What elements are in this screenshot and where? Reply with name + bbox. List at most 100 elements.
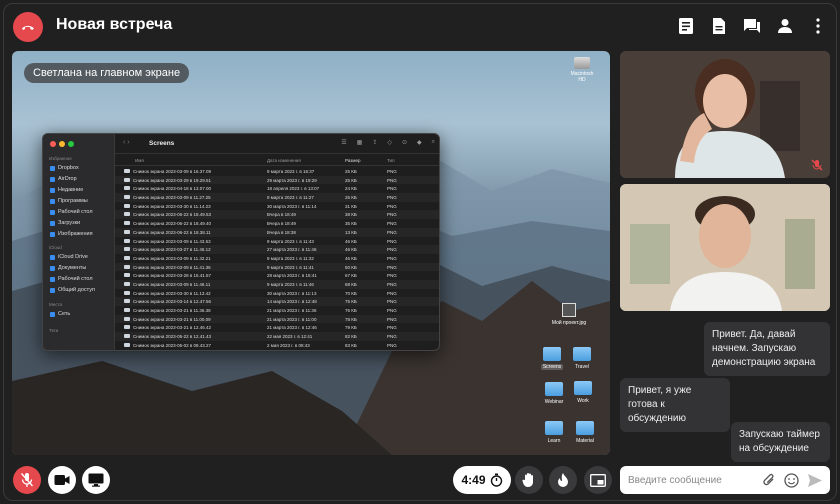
sidebar-item[interactable]: AirDrop (50, 176, 77, 182)
sidebar-item[interactable]: iCloud Drive (50, 254, 88, 260)
microphone-toggle-button[interactable] (13, 466, 41, 494)
file-row[interactable]: Снимок экрана 2023-03-09 в 11.43.53 9 мар… (115, 237, 439, 246)
document-icon (713, 18, 725, 34)
file-row[interactable]: Снимок экрана 2023-03-09 в 11.46.11 9 мар… (115, 279, 439, 289)
apps-icon (50, 198, 55, 204)
image-file-icon (124, 325, 130, 330)
file-row[interactable]: Снимок экрана 2023-03-09 в 11.27.25 9 мар… (115, 193, 439, 202)
sidebar-item[interactable]: Недавние (50, 187, 83, 193)
participant-video-tile[interactable] (620, 184, 830, 311)
more-button[interactable] (808, 16, 828, 36)
header-actions (676, 16, 828, 36)
image-file-icon (124, 299, 130, 304)
document-icon (50, 265, 55, 271)
participants-button[interactable] (775, 16, 795, 36)
file-kind: PNG (387, 264, 397, 270)
file-name: Снимок экрана 2023-06-22 в 18.49.40 (133, 221, 211, 227)
emoji-icon[interactable] (784, 472, 799, 488)
search-icon[interactable]: ⌕ (432, 139, 435, 146)
participant-video-tile[interactable] (620, 51, 830, 178)
chat-button[interactable] (742, 16, 762, 36)
file-row[interactable]: Снимок экрана 2023-03-14 в 12.47.56 14 ма… (115, 297, 439, 306)
reaction-button[interactable] (549, 466, 577, 494)
tag-icon[interactable]: ◇ (387, 139, 392, 146)
desktop-folder[interactable]: Travel (560, 347, 604, 370)
sidebar-item[interactable]: Dropbox (50, 165, 79, 171)
attachment-icon[interactable] (762, 472, 776, 488)
finder-sidebar: Избранное Dropbox AirDrop Недавние Прогр… (43, 134, 115, 350)
file-date: 14 марта 2023 г. в 12:48 (267, 299, 317, 305)
sidebar-item[interactable]: Загрузки (50, 220, 80, 226)
picture-in-picture-button[interactable] (584, 466, 612, 494)
file-kind: PNG (387, 334, 397, 340)
file-size: 31 КБ (345, 203, 357, 209)
file-size: 46 КБ (345, 247, 357, 253)
list-view-icon[interactable]: ☰ (341, 139, 346, 146)
presenter-label: Светлана на главном экране (24, 63, 190, 83)
image-icon (50, 231, 55, 237)
image-file-icon (124, 316, 130, 321)
folder-icon (573, 347, 591, 361)
send-icon[interactable] (807, 473, 823, 488)
raise-hand-button[interactable] (515, 466, 543, 494)
file-row[interactable]: Снимок экрана 2023-03-09 в 11.32.21 9 мар… (115, 254, 439, 263)
document-button[interactable] (709, 16, 729, 36)
folder-icon (576, 421, 594, 435)
dropbox-icon[interactable]: ◆ (417, 139, 422, 146)
file-row[interactable]: Снимок экрана 2023-05-22 в 12.41.43 22 ма… (115, 332, 439, 341)
desktop-folder[interactable]: Material (563, 421, 607, 444)
file-row[interactable]: Снимок экрана 2023-06-22 в 18.49.53 Вчера… (115, 210, 439, 220)
macintosh-hd-icon[interactable]: Macintosh HD (567, 57, 597, 83)
file-row[interactable]: Снимок экрана 2023-05-02 в 08.43.27 2 мая… (115, 341, 439, 350)
file-size: 25 КБ (345, 169, 357, 174)
end-call-button[interactable] (13, 12, 43, 42)
back-forward-icon[interactable]: ‹ › (123, 139, 130, 146)
file-row[interactable]: Снимок экрана 2023-03-09 в 16.37.09 9 мар… (115, 167, 439, 176)
window-controls (50, 141, 74, 147)
sidebar-item[interactable]: Рабочий стол (50, 276, 93, 282)
sidebar-item[interactable]: Рабочий стол (50, 209, 93, 215)
timer-button[interactable]: 4:49 (453, 466, 511, 494)
file-row[interactable]: Снимок экрана 2023-03-09 в 11.41.36 9 мар… (115, 262, 439, 272)
sidebar-item[interactable]: Общий доступ (50, 287, 95, 293)
file-kind: PNG (387, 308, 397, 313)
sidebar-item[interactable]: Программы (50, 198, 88, 204)
file-date: 9 марта 2023 г. в 11:32 (267, 255, 314, 261)
sidebar-item[interactable]: Сеть (50, 311, 70, 317)
column-date[interactable]: Дата изменения (267, 158, 301, 163)
file-row[interactable]: Снимок экрана 2023-03-21 в 11.36.38 21 ма… (115, 306, 439, 315)
sidebar-item[interactable]: Изображения (50, 231, 93, 237)
board-button[interactable] (676, 16, 696, 36)
desktop-folder[interactable]: Work (561, 381, 605, 404)
file-row[interactable]: Снимок экрана 2023-03-30 в 11.14.23 30 ма… (115, 202, 439, 211)
airdrop-icon (50, 176, 55, 182)
desktop-file-photo[interactable]: Мой проект.jpg (547, 303, 591, 326)
share-icon[interactable]: ⇪ (372, 139, 377, 146)
column-size[interactable]: Размер (345, 158, 360, 163)
image-file-icon (124, 186, 130, 191)
file-row[interactable]: Снимок экрана 2023-03-27 в 11.46.12 27 ма… (115, 245, 439, 254)
column-kind[interactable]: Тип (387, 158, 395, 163)
file-name: Снимок экрана 2023-06-22 в 18.49.53 (133, 212, 211, 218)
file-date: 21 марта 2023 г. в 11:00 (267, 316, 317, 322)
column-name[interactable]: Имя (135, 158, 144, 163)
file-date: 29 марта 2023 г. в 19:29 (267, 177, 317, 183)
action-icon[interactable]: ⊙ (402, 139, 407, 146)
camera-toggle-button[interactable] (48, 466, 76, 494)
file-row[interactable]: Снимок экрана 2023-03-28 в 15.41.57 28 ма… (115, 271, 439, 280)
file-row[interactable]: Снимок экрана 2023-06-22 в 18.38.11 Вчера… (115, 227, 439, 237)
file-row[interactable]: Снимок экрана 2023-03-21 в 12.46.42 21 ма… (115, 323, 439, 332)
file-row[interactable]: Снимок экрана 2023-06-22 в 18.49.40 Вчера… (115, 219, 439, 228)
file-row[interactable]: Снимок экрана 2023-03-30 в 11.13.42 30 ма… (115, 289, 439, 298)
file-row[interactable]: Снимок экрана 2023-03-21 в 11.00.09 21 ма… (115, 314, 439, 324)
close-window-button[interactable] (50, 141, 56, 147)
minimize-window-button[interactable] (59, 141, 65, 147)
file-kind: PNG (387, 325, 397, 331)
zoom-window-button[interactable] (68, 141, 74, 147)
message-input[interactable] (628, 474, 758, 486)
file-row[interactable]: Снимок экрана 2023-04-18 в 13.07.00 18 ап… (115, 184, 439, 193)
file-row[interactable]: Снимок экрана 2023-03-29 в 19.29.51 29 ма… (115, 175, 439, 185)
sidebar-item[interactable]: Документы (50, 265, 86, 271)
grid-view-icon[interactable]: ▦ (357, 139, 363, 146)
screen-share-button[interactable] (82, 466, 110, 494)
